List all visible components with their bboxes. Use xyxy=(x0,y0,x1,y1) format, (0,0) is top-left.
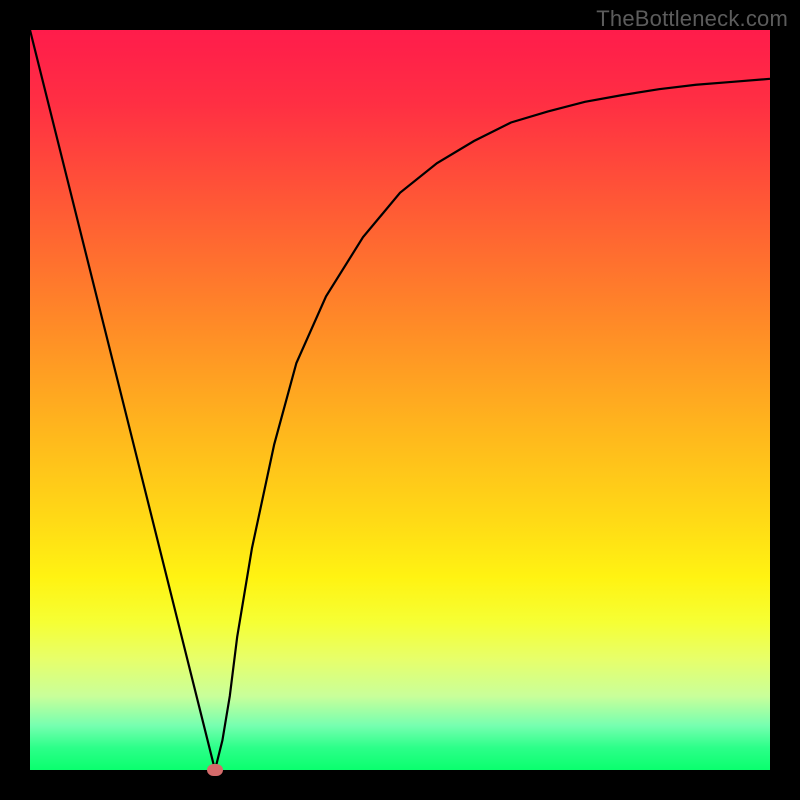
bottleneck-curve xyxy=(30,30,770,770)
watermark-text: TheBottleneck.com xyxy=(596,6,788,32)
min-point-marker xyxy=(207,764,223,776)
chart-frame: TheBottleneck.com xyxy=(0,0,800,800)
curve-layer xyxy=(30,30,770,770)
